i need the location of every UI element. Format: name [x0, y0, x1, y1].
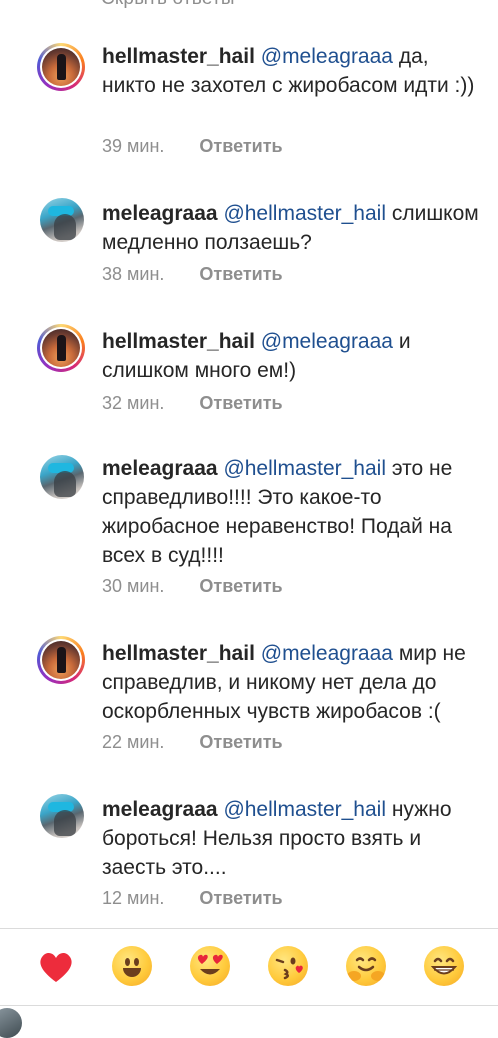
hugging-face-icon[interactable] [346, 946, 386, 986]
comment-input-area [0, 1006, 498, 1024]
comment-time: 32 мин. [102, 393, 165, 413]
heart-eyes-face-icon[interactable] [190, 946, 230, 986]
avatar[interactable] [40, 198, 84, 242]
comment-time: 22 мин. [102, 732, 165, 752]
comment-username[interactable]: hellmaster_hail [102, 45, 255, 68]
avatar[interactable] [40, 794, 84, 838]
comment-username[interactable]: hellmaster_hail [102, 330, 255, 353]
beaming-face-icon[interactable] [424, 946, 464, 986]
heart-icon[interactable] [36, 947, 76, 987]
comment-username[interactable]: hellmaster_hail [102, 642, 255, 665]
comment-text: hellmaster_hail @meleagraaa мир не справ… [102, 639, 487, 726]
comment-mention[interactable]: @meleagraaa [261, 45, 393, 68]
comment-text: meleagraaa @hellmaster_hail слишком медл… [102, 199, 487, 257]
hide-replies-link[interactable]: Скрыть ответы [101, 0, 235, 10]
comment-meta: 38 мин. Ответить [102, 264, 283, 285]
comment-time: 30 мин. [102, 576, 165, 596]
comment-meta: 22 мин. Ответить [102, 732, 283, 753]
comment-mention[interactable]: @hellmaster_hail [223, 457, 386, 480]
comment-text: meleagraaa @hellmaster_hail это не справ… [102, 454, 487, 570]
comment-meta: 39 мин. Ответить [102, 136, 283, 157]
comment-mention[interactable]: @hellmaster_hail [223, 202, 386, 225]
avatar[interactable] [37, 43, 85, 91]
comment-username[interactable]: meleagraaa [102, 457, 218, 480]
reply-button[interactable]: Ответить [199, 136, 282, 156]
reply-button[interactable]: Ответить [199, 888, 282, 908]
avatar[interactable] [40, 455, 84, 499]
avatar[interactable] [37, 324, 85, 372]
comment-mention[interactable]: @meleagraaa [261, 330, 393, 353]
comment-username[interactable]: meleagraaa [102, 202, 218, 225]
comment-time: 12 мин. [102, 888, 165, 908]
reply-button[interactable]: Ответить [199, 576, 282, 596]
comment-text: hellmaster_hail @meleagraaa и слишком мн… [102, 327, 487, 385]
comment-meta: 32 мин. Ответить [102, 393, 283, 414]
comment-text: hellmaster_hail @meleagraaa да, никто не… [102, 42, 487, 100]
comment-text: meleagraaa @hellmaster_hail нужно бороть… [102, 795, 487, 882]
comment-meta: 12 мин. Ответить [102, 888, 283, 909]
reply-button[interactable]: Ответить [199, 264, 282, 284]
comment-username[interactable]: meleagraaa [102, 798, 218, 821]
comment-meta: 30 мин. Ответить [102, 576, 283, 597]
emoji-quick-bar [0, 928, 498, 1006]
reply-button[interactable]: Ответить [199, 732, 282, 752]
comment-time: 38 мин. [102, 264, 165, 284]
reply-button[interactable]: Ответить [199, 393, 282, 413]
comment-time: 39 мин. [102, 136, 165, 156]
comment-mention[interactable]: @hellmaster_hail [223, 798, 386, 821]
avatar[interactable] [37, 636, 85, 684]
comment-mention[interactable]: @meleagraaa [261, 642, 393, 665]
grinning-face-icon[interactable] [112, 946, 152, 986]
kissing-face-icon[interactable] [268, 946, 308, 986]
